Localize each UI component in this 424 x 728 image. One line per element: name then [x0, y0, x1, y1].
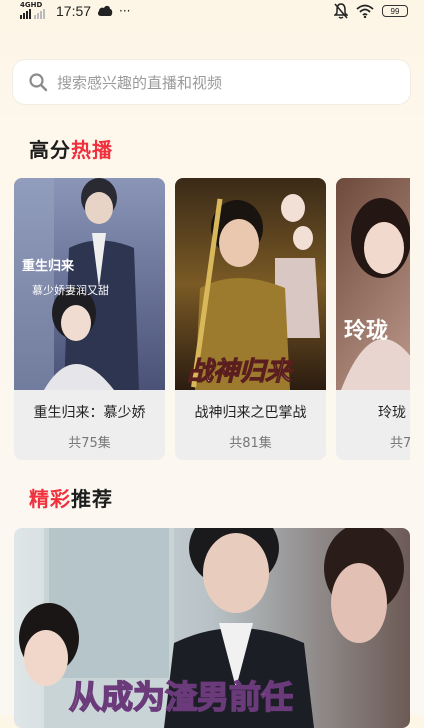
poster-image: 玲珑 [336, 178, 410, 390]
search-bar[interactable]: 搜索感兴趣的直播和视频 [13, 60, 410, 104]
card-title: 玲珑 [378, 405, 406, 421]
recommend-title-part-b: 推荐 [71, 487, 113, 511]
card-title: 战神归来之巴掌战 [194, 405, 307, 421]
card-episodes: 共75集 [68, 436, 111, 451]
cloud-icon [98, 5, 113, 17]
recommend-section-title: 精彩推荐 [29, 483, 113, 512]
wifi-icon [356, 4, 374, 18]
card-title: 重生归来：慕少娇 [33, 405, 146, 421]
drama-card[interactable]: 战神归来 战神归来之巴掌战 共81集 [175, 178, 326, 460]
poster-title: 战神归来 [187, 357, 294, 387]
card-episodes: 共81集 [229, 436, 272, 451]
poster-image: 战神归来 [175, 178, 326, 390]
hot-title-part-b: 热播 [71, 138, 113, 162]
clock: 17:57 [56, 3, 92, 19]
hot-title-part-a: 高分 [29, 138, 71, 162]
signal-icon: 4GHD [20, 2, 50, 20]
status-bar: 4GHD 17:57 ··· 99 [0, 0, 424, 24]
poster-title: 玲珑 [344, 318, 388, 344]
mute-bell-icon [334, 3, 348, 19]
battery-indicator: 99 [382, 5, 408, 17]
featured-banner[interactable]: 从成为渣男前任 [14, 528, 410, 728]
card-episodes: 共7 [390, 436, 410, 451]
drama-card[interactable]: 重生归来 慕少娇妻润又甜 重生归来：慕少娇 共75集 [14, 178, 165, 460]
drama-card[interactable]: 玲珑 玲珑 共7 [336, 178, 410, 460]
search-icon [29, 73, 48, 92]
search-placeholder: 搜索感兴趣的直播和视频 [57, 73, 223, 92]
poster-image: 重生归来 慕少娇妻润又甜 [14, 178, 165, 390]
hot-carousel[interactable]: 重生归来 慕少娇妻润又甜 重生归来：慕少娇 共75集 战神归来 战神归来之巴掌战… [14, 178, 410, 460]
banner-title: 从成为渣男前任 [69, 678, 293, 716]
more-indicator: ··· [119, 4, 131, 18]
poster-subtitle: 慕少娇妻润又甜 [32, 283, 109, 297]
hot-section-title: 高分热播 [29, 134, 113, 163]
network-type: 4GHD [20, 1, 43, 9]
featured-banner-image: 从成为渣男前任 [14, 528, 410, 728]
poster-title: 重生归来 [22, 258, 75, 274]
recommend-title-part-a: 精彩 [29, 487, 71, 511]
